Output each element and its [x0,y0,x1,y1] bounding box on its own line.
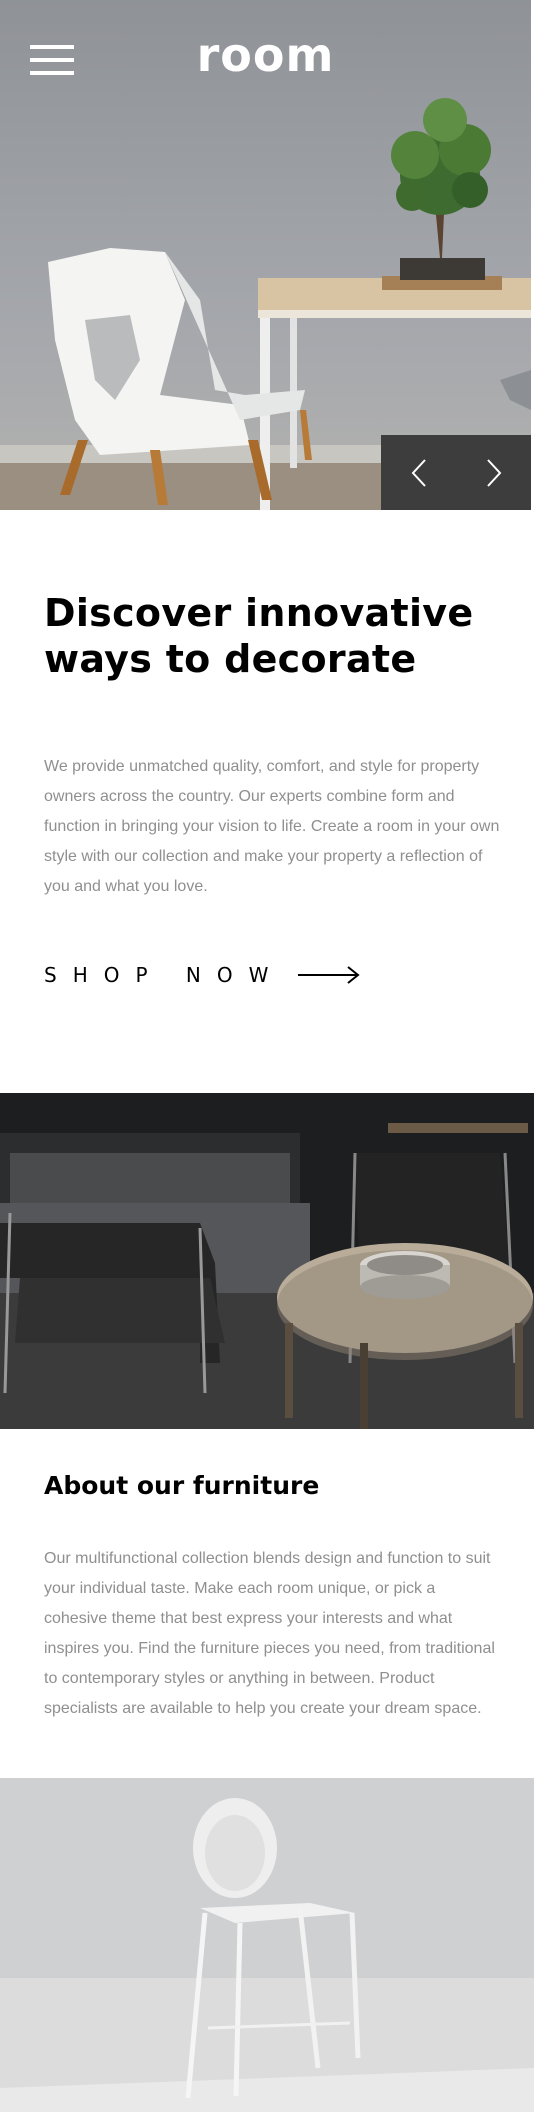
chevron-right-icon [486,458,501,487]
dark-furniture-image [0,1093,534,1429]
site-logo[interactable]: room [0,28,531,82]
intro-body-text: We provide unmatched quality, comfort, a… [44,758,500,895]
white-chair-image [0,1778,534,2112]
title-line-1: Discover innovative [44,591,474,635]
intro-section: Discover innovative ways to decorate We … [44,590,504,902]
slider-nav [381,435,531,510]
chair-scene-illustration [0,1778,534,2112]
shop-now-label: SHOP NOW [44,963,285,987]
chevron-left-icon [411,458,426,487]
slider-next-button[interactable] [456,435,531,510]
title-line-2: ways to decorate [44,637,417,681]
page-title: Discover innovative ways to decorate [44,590,504,682]
arrow-right-icon [298,966,360,984]
shop-now-link[interactable]: SHOP NOW [44,963,360,987]
about-body-text: Our multifunctional collection blends de… [44,1550,495,1717]
hero-image: room [0,0,531,510]
about-title: About our furniture [44,1471,320,1500]
slider-prev-button[interactable] [381,435,456,510]
furniture-scene-illustration [0,1093,534,1429]
about-section: About our furniture Our multifunctional … [44,1470,499,1724]
